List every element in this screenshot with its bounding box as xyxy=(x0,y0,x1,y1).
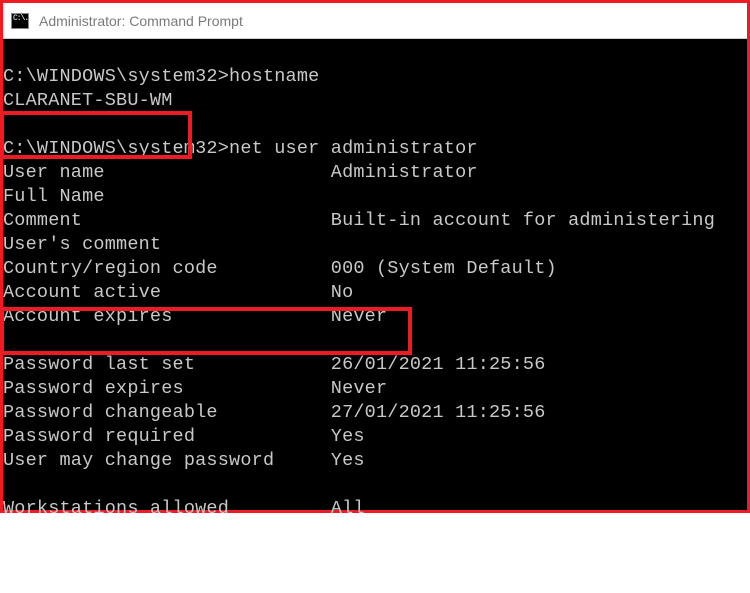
row-user-may-change: User may change password Yes xyxy=(3,450,365,471)
terminal-output[interactable]: C:\WINDOWS\system32>hostname CLARANET-SB… xyxy=(3,39,747,510)
row-pwd-last-set: Password last set 26/01/2021 11:25:56 xyxy=(3,354,546,375)
window-title: Administrator: Command Prompt xyxy=(39,13,243,29)
row-country: Country/region code 000 (System Default) xyxy=(3,258,557,279)
cmd-prompt-icon: C:\. xyxy=(11,13,29,29)
cmd-prompt-icon-text: C:\. xyxy=(13,15,28,23)
row-username: User name Administrator xyxy=(3,162,478,183)
row-workstations: Workstations allowed All xyxy=(3,498,365,519)
hostname-output: CLARANET-SBU-WM xyxy=(3,90,173,111)
row-pwd-required: Password required Yes xyxy=(3,426,365,447)
row-pwd-expires: Password expires Never xyxy=(3,378,387,399)
row-comment: Comment Built-in account for administeri… xyxy=(3,210,715,231)
prompt-line-2: C:\WINDOWS\system32>net user administrat… xyxy=(3,138,478,159)
window-frame: C:\. Administrator: Command Prompt C:\WI… xyxy=(0,0,750,513)
prompt-line-1: C:\WINDOWS\system32>hostname xyxy=(3,66,319,87)
row-account-active: Account active No xyxy=(3,282,353,303)
row-users-comment: User's comment xyxy=(3,234,331,255)
row-account-expires: Account expires Never xyxy=(3,306,387,327)
row-fullname: Full Name xyxy=(3,186,331,207)
titlebar[interactable]: C:\. Administrator: Command Prompt xyxy=(3,3,747,39)
row-pwd-changeable: Password changeable 27/01/2021 11:25:56 xyxy=(3,402,546,423)
